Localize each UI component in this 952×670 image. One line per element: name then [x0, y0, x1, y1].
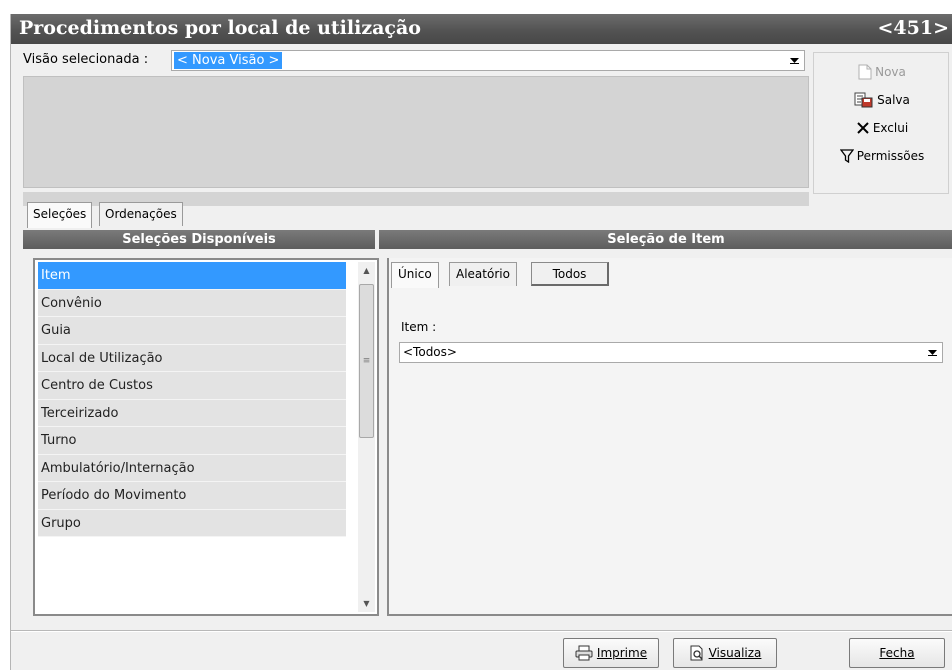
- close-button[interactable]: Fecha: [849, 638, 945, 668]
- permissions-button[interactable]: Permissões: [814, 145, 950, 167]
- list-item[interactable]: Grupo: [38, 509, 346, 537]
- delete-button-label: Exclui: [872, 121, 909, 135]
- printer-icon: [575, 645, 593, 661]
- preview-icon: [689, 645, 705, 661]
- available-selections-header: Seleções Disponíveis: [23, 230, 375, 249]
- item-selection-header: Seleção de Item: [379, 230, 952, 249]
- permissions-button-label: Permissões: [856, 149, 925, 163]
- view-select[interactable]: < Nova Visão >: [171, 50, 805, 71]
- tab-todos[interactable]: Todos: [531, 262, 609, 286]
- list-scrollbar[interactable]: ▲ ≡ ▼: [358, 262, 375, 612]
- save-icon: [854, 92, 874, 108]
- main-window: Procedimentos por local de utilização <4…: [10, 14, 952, 670]
- chevron-down-icon[interactable]: [786, 52, 803, 69]
- save-button-label: Salva: [877, 93, 910, 107]
- selection-list-items: Item Convênio Guia Local de Utilização Centr…: [38, 262, 346, 537]
- list-item[interactable]: Convênio: [38, 289, 346, 317]
- tab-unico[interactable]: Único: [391, 262, 439, 288]
- list-item[interactable]: Guia: [38, 317, 346, 345]
- chevron-down-icon[interactable]: [924, 344, 941, 361]
- view-select-value: < Nova Visão >: [174, 52, 283, 69]
- new-document-icon: [858, 64, 872, 80]
- window-title: Procedimentos por local de utilização: [19, 17, 421, 39]
- window-code: <451>: [877, 17, 949, 39]
- preview-button-label: Visualiza: [708, 646, 762, 660]
- list-item[interactable]: Item: [38, 262, 346, 290]
- list-item[interactable]: Local de Utilização: [38, 344, 346, 372]
- list-item[interactable]: Ambulatório/Internação: [38, 454, 346, 482]
- tab-aleatorio[interactable]: Aleatório: [449, 262, 517, 286]
- item-field-label: Item :: [401, 320, 437, 334]
- list-item[interactable]: Terceirizado: [38, 399, 346, 427]
- scroll-up-icon[interactable]: ▲: [358, 262, 375, 279]
- footer-divider-highlight: [11, 631, 952, 632]
- print-button-label: Imprime: [596, 646, 648, 660]
- list-item[interactable]: Centro de Custos: [38, 372, 346, 400]
- list-item[interactable]: Turno: [38, 427, 346, 455]
- print-button[interactable]: Imprime: [563, 638, 659, 668]
- new-button-label: Nova: [875, 65, 906, 79]
- item-select-value: <Todos>: [403, 345, 457, 359]
- view-actions-panel: Nova Salva Exclui Permissões: [813, 52, 949, 194]
- save-button[interactable]: Salva: [814, 89, 950, 111]
- tab-ordenacoes[interactable]: Ordenações: [99, 202, 183, 226]
- view-selected-label: Visão selecionada :: [23, 52, 149, 67]
- tab-selecoes[interactable]: Seleções: [27, 202, 93, 228]
- scroll-down-icon[interactable]: ▼: [358, 595, 375, 612]
- preview-button[interactable]: Visualiza: [673, 638, 777, 668]
- available-selections-list[interactable]: Item Convênio Guia Local de Utilização Centr…: [33, 258, 379, 616]
- close-x-icon: [856, 121, 870, 135]
- item-selection-panel: Único Aleatório Todos Item : <Todos>: [387, 258, 952, 616]
- item-select[interactable]: <Todos>: [399, 342, 943, 363]
- delete-button[interactable]: Exclui: [814, 117, 950, 139]
- filter-icon: [839, 149, 854, 163]
- new-button[interactable]: Nova: [814, 61, 950, 83]
- list-item[interactable]: Período do Movimento: [38, 482, 346, 510]
- close-button-label: Fecha: [879, 646, 915, 660]
- scroll-thumb[interactable]: ≡: [359, 284, 374, 438]
- title-bar: Procedimentos por local de utilização <4…: [11, 14, 952, 44]
- view-description-area: [23, 76, 809, 188]
